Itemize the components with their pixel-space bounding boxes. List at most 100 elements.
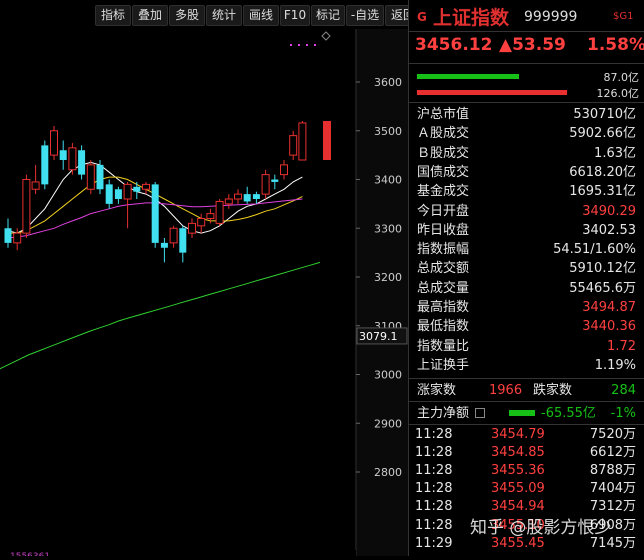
stat-label: 总成交量 [417, 280, 470, 296]
last-price-axis-label: 3079.1 [359, 330, 398, 343]
marker-dot [314, 44, 316, 46]
stat-value: 1.19% [594, 357, 636, 373]
stat-value: 5910.12亿 [569, 261, 636, 277]
candle-body [4, 228, 12, 243]
stat-value: 1.72 [607, 338, 636, 354]
stat-value: 54.51/1.60% [553, 242, 636, 258]
watermark: 知乎 @股影方恨少 [470, 518, 612, 538]
candle-body [59, 150, 67, 160]
stat-label: 沪总市值 [417, 107, 470, 122]
candle-body [13, 232, 22, 244]
candle-body [206, 213, 215, 219]
stat-row: 总成交量 55465.6万 [409, 279, 644, 298]
divider [409, 401, 644, 402]
tick-row[interactable]: 11:28 3455.09 7404万 [409, 480, 644, 498]
tick-time: 11:28 [415, 499, 453, 515]
tick-volume: 7520万 [589, 427, 636, 442]
stat-row: 指数量比 1.72 [409, 337, 644, 356]
candle-body [68, 147, 77, 171]
candle-body [271, 179, 279, 182]
stat-label: 最高指数 [417, 300, 470, 315]
tick-time: 11:28 [415, 481, 453, 497]
toolbar-button[interactable]: 统计 [206, 5, 242, 26]
y-tick-label: 3300 [374, 222, 402, 235]
marker-dot [306, 44, 308, 46]
list-icon[interactable] [475, 408, 485, 418]
stat-row: 沪总市值 530710亿 [409, 105, 644, 124]
candle-body [133, 186, 141, 192]
stat-value: 1695.31亿 [569, 184, 636, 200]
kline-chart[interactable]: 3600 3500 3400 3300 3200 3100 3000 2900 2800 3079… [0, 29, 408, 560]
divider [409, 63, 644, 64]
toolbar-button[interactable]: 叠加 [132, 5, 168, 26]
candle-body [151, 184, 159, 243]
stat-value: 530710亿 [573, 107, 636, 122]
candle-body [234, 193, 242, 200]
candle-body [105, 184, 113, 204]
moving-average-line [0, 261, 321, 370]
quote-panel: G 上证指数 999999 $G1 3456.12 ▲53.59 1.58% 8… [408, 0, 644, 556]
index-code: 999999 [524, 9, 578, 25]
capital-row: 主力净额 -65.55亿 -1% [409, 404, 644, 423]
toolbar-button[interactable]: 标记 [311, 5, 345, 26]
candle-body [169, 227, 178, 244]
tick-row[interactable]: 11:28 3454.85 6612万 [409, 444, 644, 462]
diamond-icon [321, 31, 331, 41]
toolbar-button[interactable]: 指标 [95, 5, 131, 26]
up-count-label: 涨家数 [417, 383, 457, 398]
stat-value: 3440.36 [582, 319, 636, 335]
toolbar-button[interactable]: 多股 [169, 5, 205, 26]
tick-row[interactable]: 11:28 3454.79 7520万 [409, 426, 644, 444]
stat-value: 1.63亿 [594, 145, 636, 161]
tick-volume: 8788万 [589, 463, 636, 479]
stat-label: 指数量比 [417, 338, 470, 354]
tick-price: 3454.79 [491, 427, 545, 442]
stat-label: 指数振幅 [417, 242, 470, 258]
divider [409, 424, 644, 425]
toolbar-button[interactable]: 画线 [243, 5, 279, 26]
stat-row: Ｂ股成交 1.63亿 [409, 144, 644, 163]
tick-time: 11:28 [415, 427, 453, 442]
candle-body [123, 183, 132, 200]
stat-label: 最低指数 [417, 319, 470, 335]
group-tag[interactable]: $G1 [613, 11, 633, 22]
candle-body [289, 135, 298, 156]
sell-volume-label: 126.0亿 [596, 87, 640, 100]
y-tick-label: 3500 [374, 125, 402, 138]
tick-time: 11:29 [415, 535, 453, 551]
y-tick-label: 2900 [374, 417, 402, 430]
stat-row: 最低指数 3440.36 [409, 317, 644, 336]
stat-value: 5902.66亿 [569, 126, 636, 142]
stat-label: 今日开盘 [417, 203, 470, 219]
toolbar-button[interactable]: F10 [280, 5, 310, 26]
toolbar-button[interactable]: -自选 [346, 5, 384, 26]
stat-value: 3402.53 [582, 222, 636, 238]
capital-pct: -1% [610, 406, 636, 421]
stat-label: 上证换手 [417, 357, 470, 373]
capital-bar [509, 410, 535, 416]
tick-row[interactable]: 11:28 3455.36 8788万 [409, 462, 644, 480]
toolbar: 指标 叠加 多股 统计 画线 F10 标记 -自选 返回 [0, 0, 421, 29]
stat-value: 6618.20亿 [569, 164, 636, 180]
breadth-row: 涨家数 1966 跌家数 284 [409, 381, 644, 400]
stat-label: 国债成交 [417, 164, 470, 180]
candle-body [298, 122, 307, 161]
candle-body [188, 222, 196, 234]
stat-row: 上证换手 1.19% [409, 356, 644, 375]
stat-row: 昨日收盘 3402.53 [409, 221, 644, 240]
tick-price: 3454.85 [491, 445, 545, 461]
y-tick-label: 3600 [374, 76, 402, 89]
y-tick-label: 3400 [374, 174, 402, 187]
stat-label: 总成交额 [417, 261, 470, 277]
divider [409, 102, 644, 103]
sell-volume-bar [417, 90, 567, 95]
tick-time: 11:28 [415, 445, 453, 461]
candle-body [142, 183, 150, 190]
stat-label: Ｂ股成交 [417, 145, 470, 161]
stat-label: Ａ股成交 [417, 126, 470, 142]
y-tick-label: 2800 [374, 466, 402, 479]
marker-dot [298, 44, 300, 46]
buy-volume-label: 87.0亿 [603, 71, 640, 84]
down-count-label: 跌家数 [533, 383, 573, 398]
stat-row: 基金成交 1695.31亿 [409, 182, 644, 201]
